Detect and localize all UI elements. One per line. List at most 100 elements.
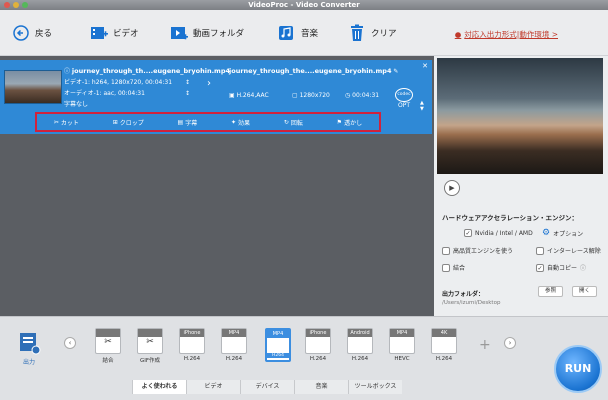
video-thumbnail[interactable] bbox=[4, 70, 62, 104]
format-iphone2-label: H.264 bbox=[309, 356, 327, 362]
crop-icon: ⊞ bbox=[112, 118, 118, 126]
video-preview[interactable] bbox=[437, 58, 603, 174]
output-filename[interactable]: journey_through_the....eugene_bryohin.mp… bbox=[229, 67, 391, 75]
card-scroll-arrows[interactable]: ▲ ▼ bbox=[420, 100, 424, 112]
supported-formats-link[interactable]: ● 対応入出力形式|動作環境 > bbox=[455, 29, 558, 40]
format-merge[interactable]: ✂ 結合 bbox=[88, 328, 128, 364]
output-profile-button[interactable]: 出力 bbox=[14, 331, 44, 366]
android-format-icon: Android bbox=[347, 328, 373, 354]
resolution-icon: ▢ bbox=[292, 92, 300, 99]
stream-dropdown-arrows[interactable]: ↕ bbox=[185, 77, 190, 88]
format-mp4-h264[interactable]: MP4 H.264 bbox=[214, 328, 254, 362]
output-folder-label: 出力フォルダ： bbox=[442, 291, 485, 298]
merge-checkbox[interactable]: 結合 bbox=[442, 263, 465, 272]
format-4k-header: 4K bbox=[432, 329, 456, 337]
info-icon: ⓘ bbox=[64, 68, 72, 75]
scissors-icon: ✂ bbox=[53, 118, 59, 126]
add-folder-label: 動画フォルダ bbox=[193, 29, 245, 39]
format-iphone-label: H.264 bbox=[183, 356, 201, 362]
tab-device[interactable]: デバイス bbox=[240, 380, 294, 394]
format-mp4-selected[interactable]: MP4 H264 bbox=[258, 328, 298, 364]
supported-formats-label: 対応入出力形式|動作環境 > bbox=[464, 30, 558, 39]
hw-option-button[interactable]: ⚙ オプション bbox=[542, 227, 583, 239]
codec-option-button[interactable]: codec OPT bbox=[393, 88, 415, 112]
gif-tool-icon: ✂ bbox=[137, 328, 163, 354]
video-stream-info[interactable]: ビデオ-1: h264, 1280x720, 00:04:31 bbox=[64, 77, 230, 88]
right-panel: ▶ ハードウェアアクセラレーション・エンジン： ✓ Nvidia / Intel… bbox=[434, 56, 608, 316]
edit-name-icon[interactable]: ✎ bbox=[393, 68, 398, 75]
subtitle-info[interactable]: 字幕なし bbox=[64, 99, 230, 110]
hq-engine-checkbox[interactable]: 高品質エンジンを使う bbox=[442, 246, 513, 255]
format-iphone-h264-2[interactable]: iPhone H.264 bbox=[298, 328, 338, 362]
add-music-button[interactable]: 音楽 bbox=[278, 23, 318, 43]
format-gif[interactable]: ✂ GIF作成 bbox=[130, 328, 170, 364]
hq-check-box bbox=[442, 246, 450, 255]
music-icon bbox=[278, 24, 296, 42]
autocopy-checkbox[interactable]: ✓ 自動コピー ⓘ bbox=[536, 263, 586, 272]
video-item[interactable]: ⓘ journey_through_th....eugene_bryohin.m… bbox=[0, 60, 432, 134]
toolbar: 戻る ビデオ 動画フォルダ 音楽 クリア ● 対応入出力形式|動作環境 > bbox=[0, 10, 608, 56]
format-iphone-header: iPhone bbox=[180, 329, 204, 337]
format-4k-h264[interactable]: 4K H.264 bbox=[424, 328, 464, 362]
deinterlace-check-box bbox=[536, 246, 544, 255]
codec-opt-label: OPT bbox=[397, 102, 410, 109]
audio-dropdown-arrows[interactable]: ↕ bbox=[185, 88, 190, 99]
format-gif-header bbox=[138, 329, 162, 337]
format-mp4-hevc[interactable]: MP4 HEVC bbox=[382, 328, 422, 362]
help-icon[interactable]: ⓘ bbox=[580, 263, 586, 272]
deinterlace-checkbox[interactable]: インターレース解除 bbox=[536, 246, 601, 255]
format-mp4-header: MP4 bbox=[222, 329, 246, 337]
autocopy-label: 自動コピー bbox=[547, 265, 578, 272]
nvidia-checkbox[interactable]: ✓ Nvidia / Intel / AMD bbox=[464, 229, 533, 237]
cut-button[interactable]: ✂ カット bbox=[54, 118, 79, 127]
format-iphone-h264[interactable]: iPhone H.264 bbox=[172, 328, 212, 362]
add-folder-button[interactable]: 動画フォルダ bbox=[170, 23, 244, 43]
crop-button[interactable]: ⊞ クロップ bbox=[113, 118, 144, 127]
nvidia-check-icon: ✓ bbox=[464, 229, 472, 237]
add-video-button[interactable]: ビデオ bbox=[90, 23, 139, 43]
iphone-format-icon-2: iPhone bbox=[305, 328, 331, 354]
audio-stream-info[interactable]: オーディオ-1: aac, 00:04:31 bbox=[64, 88, 230, 99]
tab-toolbox[interactable]: ツールボックス bbox=[348, 380, 402, 394]
effect-label: 効果 bbox=[238, 119, 251, 127]
file-list-area: ⓘ journey_through_th....eugene_bryohin.m… bbox=[0, 56, 434, 316]
add-video-label: ビデオ bbox=[113, 29, 139, 39]
add-format-icon[interactable]: + bbox=[479, 337, 491, 353]
crop-label: クロップ bbox=[119, 119, 144, 127]
tab-video[interactable]: ビデオ bbox=[186, 380, 240, 394]
run-button[interactable]: RUN bbox=[554, 345, 602, 393]
bell-icon: ● bbox=[454, 30, 462, 39]
formats-next-button[interactable]: › bbox=[504, 337, 516, 349]
browse-button[interactable]: 参照 bbox=[538, 286, 564, 297]
hw-accel-title: ハードウェアアクセラレーション・エンジン： bbox=[442, 214, 579, 222]
cut-label: カット bbox=[60, 119, 79, 127]
watermark-button[interactable]: ⚑ 透かし bbox=[337, 118, 362, 127]
deinterlace-label: インターレース解除 bbox=[547, 248, 601, 255]
formats-prev-button[interactable]: ‹ bbox=[64, 337, 76, 349]
play-button[interactable]: ▶ bbox=[444, 180, 460, 196]
back-button[interactable]: 戻る bbox=[12, 23, 52, 43]
effect-button[interactable]: ✦ 効果 bbox=[231, 118, 250, 127]
hq-engine-label: 高品質エンジンを使う bbox=[453, 248, 514, 255]
format-mp4-label: H.264 bbox=[225, 356, 243, 362]
merge-check-box bbox=[442, 263, 450, 272]
output-codec: H.264,AAC bbox=[236, 92, 269, 99]
clear-button[interactable]: クリア bbox=[348, 23, 397, 43]
mp4-selected-format-icon: MP4 H264 bbox=[265, 328, 291, 362]
format-mp4-selected-sub: H264 bbox=[267, 353, 289, 358]
add-music-label: 音楽 bbox=[301, 29, 319, 39]
rotate-button[interactable]: ↻ 回転 bbox=[284, 118, 303, 127]
subtitle-button[interactable]: ▤ 字幕 bbox=[178, 118, 198, 127]
output-label: 出力 bbox=[22, 359, 35, 366]
open-folder-button[interactable]: 開く bbox=[572, 286, 598, 297]
format-android-h264[interactable]: Android H.264 bbox=[340, 328, 380, 362]
gear-icon: ⚙ bbox=[542, 228, 551, 238]
format-gif-label: GIF作成 bbox=[139, 358, 161, 364]
format-merge-header bbox=[96, 329, 120, 337]
remove-item-icon[interactable]: ✕ bbox=[422, 62, 428, 70]
output-duration: 00:04:31 bbox=[352, 92, 380, 99]
tab-popular[interactable]: よく使われる bbox=[132, 380, 186, 394]
format-iphone2-header: iPhone bbox=[306, 329, 330, 337]
tab-music[interactable]: 音楽 bbox=[294, 380, 348, 394]
rotate-label: 回転 bbox=[290, 119, 303, 127]
